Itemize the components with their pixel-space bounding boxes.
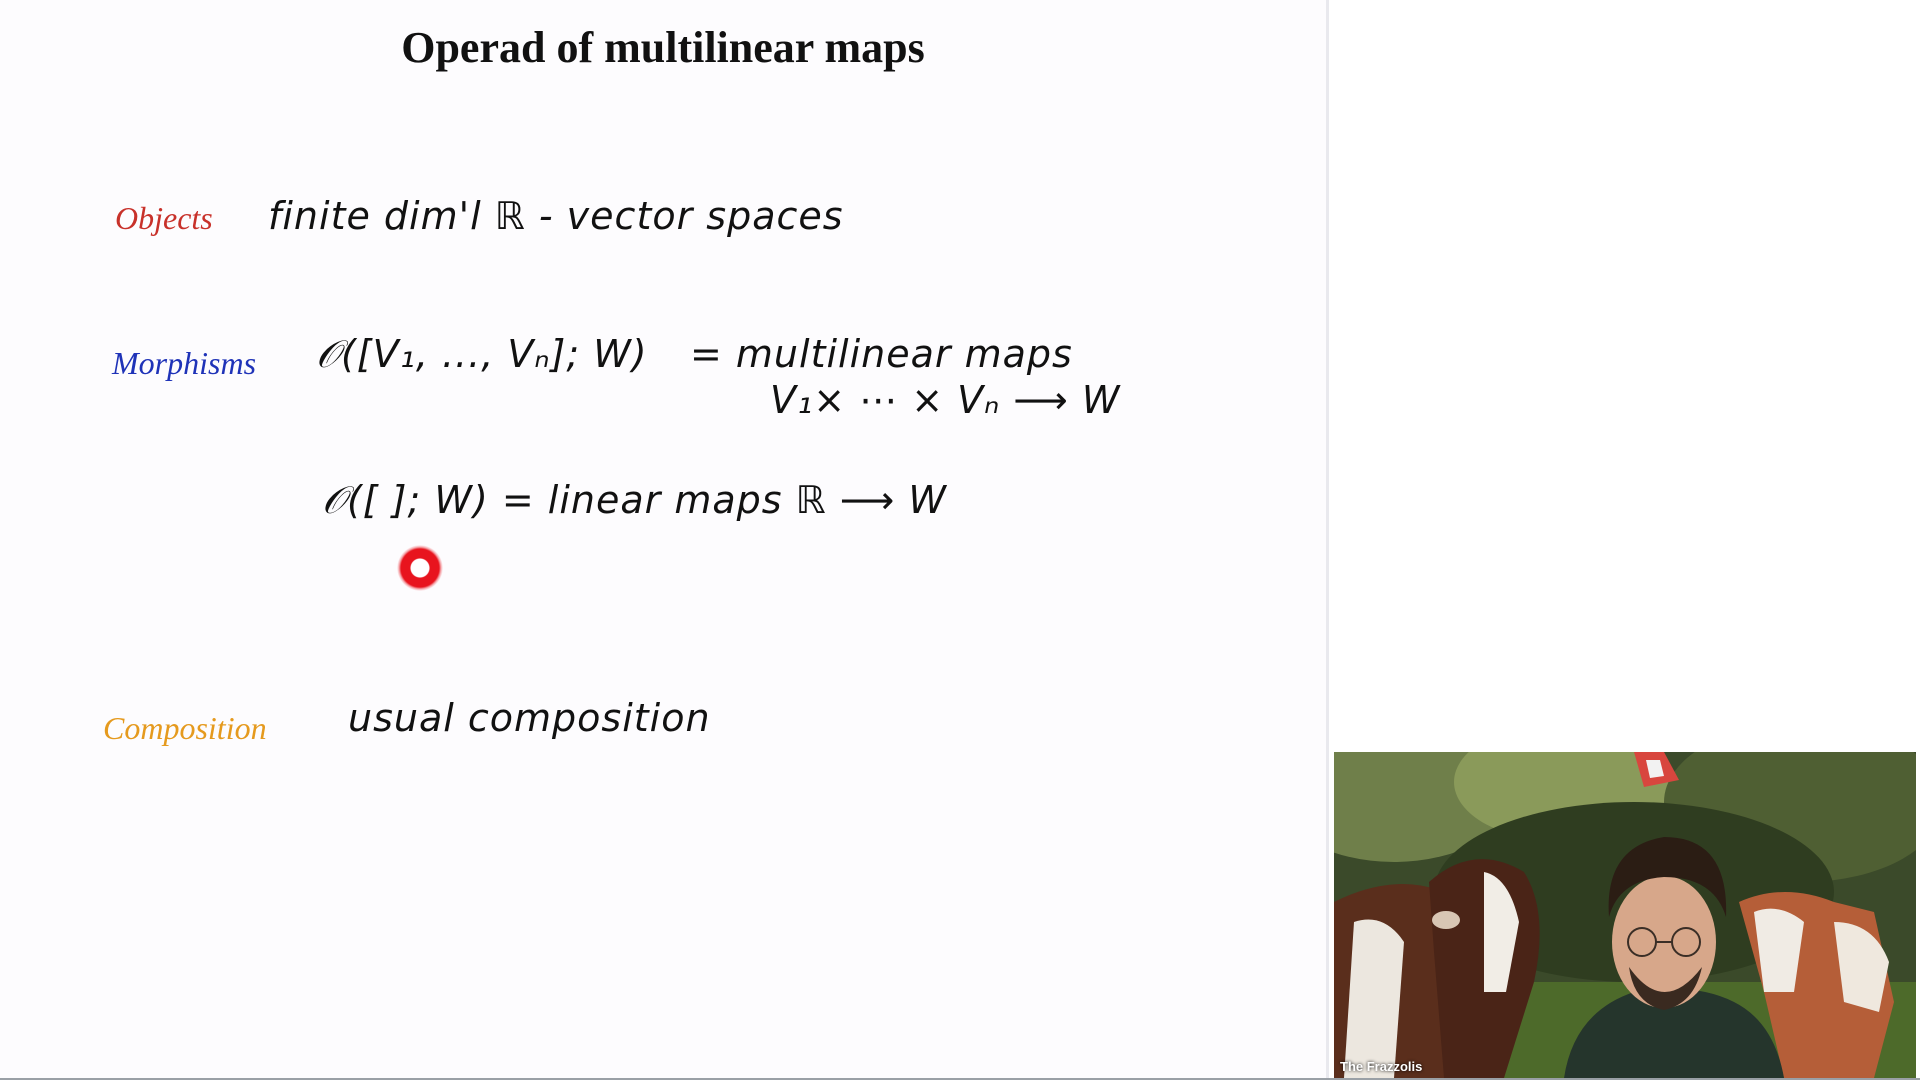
morphisms-line1-rhs: = multilinear maps xyxy=(690,332,1073,376)
objects-handwriting: finite dim'l ℝ - vector spaces xyxy=(268,194,844,238)
morphisms-line3: 𝒪([ ]; W) = linear maps ℝ ⟶ W xyxy=(322,478,947,522)
slide-canvas: Operad of multilinear maps Objects finit… xyxy=(0,0,1326,1080)
laser-pointer xyxy=(397,545,443,591)
composition-handwriting: usual composition xyxy=(348,696,711,740)
objects-label: Objects xyxy=(115,200,213,236)
morphisms-line1-lhs: 𝒪([V₁, ..., Vₙ]; W) xyxy=(316,332,648,376)
slide-title: Operad of multilinear maps xyxy=(401,23,925,72)
webcam-scene xyxy=(1334,752,1916,1078)
morphisms-label: Morphisms xyxy=(112,345,257,381)
webcam-video: The Frazzolis xyxy=(1334,752,1916,1078)
participant-name: The Frazzolis xyxy=(1340,1059,1423,1074)
morphisms-line2: V₁× ⋯ × Vₙ ⟶ W xyxy=(770,378,1121,422)
composition-label: Composition xyxy=(103,710,267,746)
